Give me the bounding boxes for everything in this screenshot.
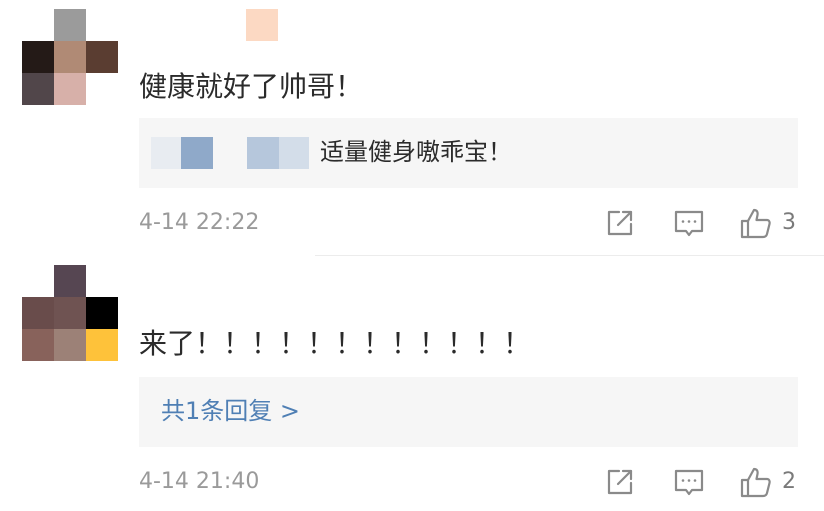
share-icon[interactable]	[603, 206, 637, 240]
comment-text: 健康就好了帅哥！	[139, 70, 364, 103]
comment-meta: 4-14 21:40 2	[139, 465, 824, 499]
like-icon[interactable]	[739, 465, 773, 499]
avatar[interactable]	[22, 265, 118, 361]
reply-text: 适量健身嗷乖宝！	[320, 138, 512, 166]
comment-text: 来了！！！！！！！！！！！！	[139, 327, 532, 360]
comment-item: 健康就好了帅哥！ 适量健身嗷乖宝！ 4-14 22:22 3	[0, 0, 824, 255]
timestamp: 4-14 22:22	[139, 210, 260, 235]
comment-meta: 4-14 22:22 3	[139, 206, 824, 240]
comment-item: 来了！！！！！！！！！！！！ 共1条回复 > 4-14 21:40 2	[0, 255, 824, 511]
comment-icon[interactable]	[672, 206, 706, 240]
replies-count-link[interactable]: 共1条回复 >	[161, 393, 300, 429]
share-icon[interactable]	[603, 465, 637, 499]
avatar[interactable]	[22, 9, 118, 105]
like-count: 2	[782, 469, 796, 494]
reply-preview[interactable]: 适量健身嗷乖宝！	[139, 118, 798, 188]
view-replies-link[interactable]: 共1条回复 >	[139, 377, 798, 447]
timestamp: 4-14 21:40	[139, 469, 260, 494]
comment-icon[interactable]	[672, 465, 706, 499]
username-blurred[interactable]	[246, 9, 278, 41]
like-count: 3	[782, 210, 796, 235]
like-icon[interactable]	[739, 206, 773, 240]
